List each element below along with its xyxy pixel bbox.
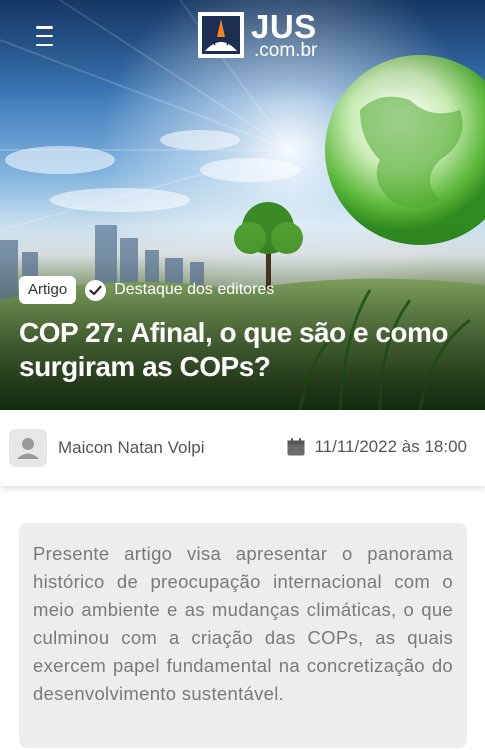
jus-logo-mark-icon xyxy=(198,12,244,58)
article-tags: Artigo Destaque dos editores xyxy=(19,276,274,304)
publish-date: 11/11/2022 às 18:00 xyxy=(286,437,467,457)
calendar-icon xyxy=(287,438,305,456)
abstract-text: Presente artigo visa apresentar o panora… xyxy=(33,543,453,704)
logo-primary-text: JUS xyxy=(251,8,317,45)
user-icon xyxy=(17,438,39,459)
site-logo[interactable]: JUS .com.br xyxy=(197,10,317,60)
author-avatar[interactable] xyxy=(9,429,47,467)
publish-date-text: 11/11/2022 às 18:00 xyxy=(314,437,467,456)
logo-domain-text: .com.br xyxy=(254,40,318,61)
hamburger-menu-icon[interactable] xyxy=(36,26,62,46)
hero-banner: JUS .com.br Artigo Destaque dos editores… xyxy=(0,0,485,410)
check-circle-icon xyxy=(85,279,107,301)
author-name[interactable]: Maicon Natan Volpi xyxy=(58,438,204,458)
author-bar: Maicon Natan Volpi 11/11/2022 às 18:00 xyxy=(0,410,485,486)
article-title: COP 27: Afinal, o que são e como surgira… xyxy=(19,317,449,382)
editors-pick-label: Destaque dos editores xyxy=(114,281,275,298)
article-abstract: Presente artigo visa apresentar o panora… xyxy=(19,523,467,748)
editors-pick-badge: Destaque dos editores xyxy=(85,279,275,301)
category-tag[interactable]: Artigo xyxy=(19,276,77,304)
